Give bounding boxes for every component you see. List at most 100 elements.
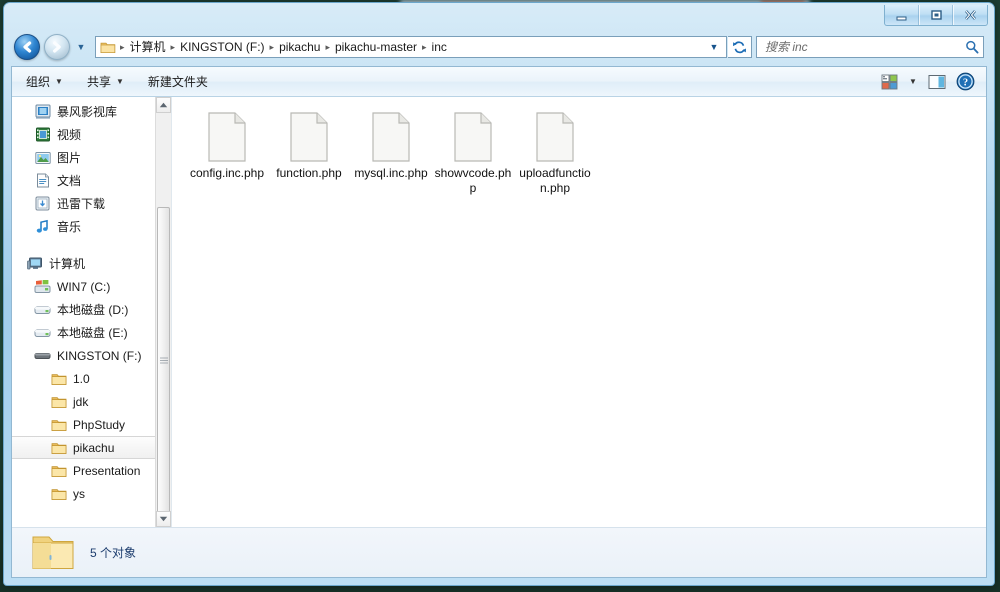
file-item[interactable]: uploadfunction.php <box>514 109 596 198</box>
sidebar-item-label: WIN7 (C:) <box>57 279 111 294</box>
toolbar-right-group: ▼ ? <box>876 71 986 93</box>
folder-icon <box>50 371 67 387</box>
close-button[interactable] <box>953 5 987 25</box>
refresh-button[interactable] <box>728 36 752 58</box>
breadcrumb-item-2[interactable]: pikachu <box>276 37 323 57</box>
sidebar-item-phpstudy[interactable]: PhpStudy <box>12 413 171 436</box>
sidebar-item-label: 1.0 <box>73 371 90 386</box>
breadcrumb-separator: ▸ <box>325 42 330 52</box>
folder-icon <box>50 440 67 456</box>
file-item[interactable]: config.inc.php <box>186 109 268 198</box>
sidebar-item-label: 文档 <box>57 174 82 188</box>
file-item[interactable]: mysql.inc.php <box>350 109 432 198</box>
organize-label: 组织 <box>26 75 51 89</box>
organize-button[interactable]: 组织 ▼ <box>16 71 73 93</box>
sidebar-item-local-disk-d[interactable]: 本地磁盘 (D:) <box>12 298 171 321</box>
file-name: showvcode.php <box>434 166 512 195</box>
search-icon[interactable] <box>961 40 983 54</box>
status-bar: 5 个对象 <box>12 527 986 577</box>
sidebar-section-gap <box>12 238 171 252</box>
downloads-icon <box>34 196 51 212</box>
chevron-down-icon: ▼ <box>909 77 917 86</box>
sidebar-item-videos[interactable]: 视频 <box>12 123 171 146</box>
pictures-icon <box>34 150 51 166</box>
sidebar-item-label: 音乐 <box>57 220 82 234</box>
minimize-button[interactable] <box>885 5 919 25</box>
explorer-window: ▼ ▸ 计算机 ▸ KINGSTON (F:) ▸ pikachu ▸ pika… <box>3 2 995 586</box>
file-name: config.inc.php <box>189 166 265 180</box>
breadcrumb-item-0[interactable]: 计算机 <box>127 37 169 57</box>
file-list-pane[interactable]: config.inc.php function.php mysql.inc.ph… <box>172 97 986 527</box>
sidebar-item-label: 计算机 <box>49 257 86 271</box>
breadcrumb-item-1[interactable]: KINGSTON (F:) <box>177 37 267 57</box>
computer-icon <box>26 256 43 272</box>
command-toolbar: 组织 ▼ 共享 ▼ 新建文件夹 ▼ ? <box>12 67 986 97</box>
sidebar-item-music[interactable]: 音乐 <box>12 215 171 238</box>
file-item[interactable]: showvcode.php <box>432 109 514 198</box>
folder-icon <box>100 40 116 54</box>
sidebar-item-label: ys <box>73 486 85 501</box>
sidebar-item-presentation[interactable]: Presentation <box>12 459 171 482</box>
windows-drive-icon <box>34 279 51 295</box>
file-item[interactable]: function.php <box>268 109 350 198</box>
search-input[interactable] <box>757 38 961 56</box>
status-text: 5 个对象 <box>90 546 137 560</box>
drive-icon <box>34 325 51 341</box>
scrollbar-thumb[interactable] <box>157 207 170 515</box>
window-controls <box>884 5 988 26</box>
navigation-bar: ▼ ▸ 计算机 ▸ KINGSTON (F:) ▸ pikachu ▸ pika… <box>4 29 994 65</box>
back-button[interactable] <box>14 34 40 60</box>
folder-icon <box>50 463 67 479</box>
sidebar-item-baofeng-library[interactable]: 暴风影视库 <box>12 100 171 123</box>
chevron-down-icon: ▼ <box>115 77 124 86</box>
address-bar[interactable]: ▸ 计算机 ▸ KINGSTON (F:) ▸ pikachu ▸ pikach… <box>95 36 727 58</box>
share-button[interactable]: 共享 ▼ <box>77 71 134 93</box>
sidebar-item-documents[interactable]: 文档 <box>12 169 171 192</box>
breadcrumb-separator: ▸ <box>120 42 125 52</box>
help-icon[interactable]: ? <box>952 71 978 93</box>
sidebar-item-label: 迅雷下载 <box>57 197 106 211</box>
sidebar-item-label: 暴风影视库 <box>57 105 118 119</box>
sidebar-item-1.0[interactable]: 1.0 <box>12 367 171 390</box>
view-dropdown-icon[interactable]: ▼ <box>904 71 922 93</box>
forward-button[interactable] <box>44 34 70 60</box>
sidebar-item-kingston-f[interactable]: KINGSTON (F:) <box>12 344 171 367</box>
sidebar-item-label: 视频 <box>57 128 82 142</box>
breadcrumb-item-3[interactable]: pikachu-master <box>332 37 420 57</box>
sidebar-item-jdk[interactable]: jdk <box>12 390 171 413</box>
sidebar-item-label: KINGSTON (F:) <box>57 348 142 363</box>
sidebar-item-win7-c[interactable]: WIN7 (C:) <box>12 275 171 298</box>
view-options-icon[interactable] <box>876 71 902 93</box>
sidebar-item-computer[interactable]: 计算机 <box>12 252 171 275</box>
blank-file-icon <box>290 112 328 162</box>
blank-file-icon <box>536 112 574 162</box>
navigation-pane-scrollbar[interactable] <box>155 97 171 527</box>
search-box[interactable] <box>756 36 984 58</box>
folder-icon <box>50 394 67 410</box>
explorer-client-area: 组织 ▼ 共享 ▼ 新建文件夹 ▼ ? 暴风影视库 视频 图片 文档 迅雷下载 … <box>11 66 987 578</box>
new-folder-button[interactable]: 新建文件夹 <box>138 71 218 93</box>
sidebar-item-thunder-downloads[interactable]: 迅雷下载 <box>12 192 171 215</box>
sidebar-item-label: Presentation <box>73 463 141 478</box>
sidebar-item-local-disk-e[interactable]: 本地磁盘 (E:) <box>12 321 171 344</box>
sidebar-item-pikachu[interactable]: pikachu <box>12 436 171 459</box>
preview-pane-icon[interactable] <box>924 71 950 93</box>
maximize-button[interactable] <box>919 5 953 25</box>
recent-locations-icon[interactable]: ▼ <box>73 42 89 52</box>
share-label: 共享 <box>86 75 111 89</box>
file-name: function.php <box>276 166 342 180</box>
sidebar-item-ys[interactable]: ys <box>12 482 171 505</box>
address-dropdown-icon[interactable]: ▼ <box>705 37 723 57</box>
drive-icon <box>34 302 51 318</box>
folder-icon <box>30 533 76 573</box>
window-titlebar[interactable] <box>4 3 994 29</box>
folder-icon <box>50 486 67 502</box>
documents-icon <box>34 173 51 189</box>
scroll-down-button[interactable] <box>156 511 171 527</box>
breadcrumb-item-4[interactable]: inc <box>429 37 450 57</box>
scrollbar-grip-icon <box>159 357 168 363</box>
sidebar-item-pictures[interactable]: 图片 <box>12 146 171 169</box>
removable-drive-icon <box>34 348 51 364</box>
scroll-up-button[interactable] <box>156 97 171 113</box>
svg-text:?: ? <box>962 78 967 89</box>
